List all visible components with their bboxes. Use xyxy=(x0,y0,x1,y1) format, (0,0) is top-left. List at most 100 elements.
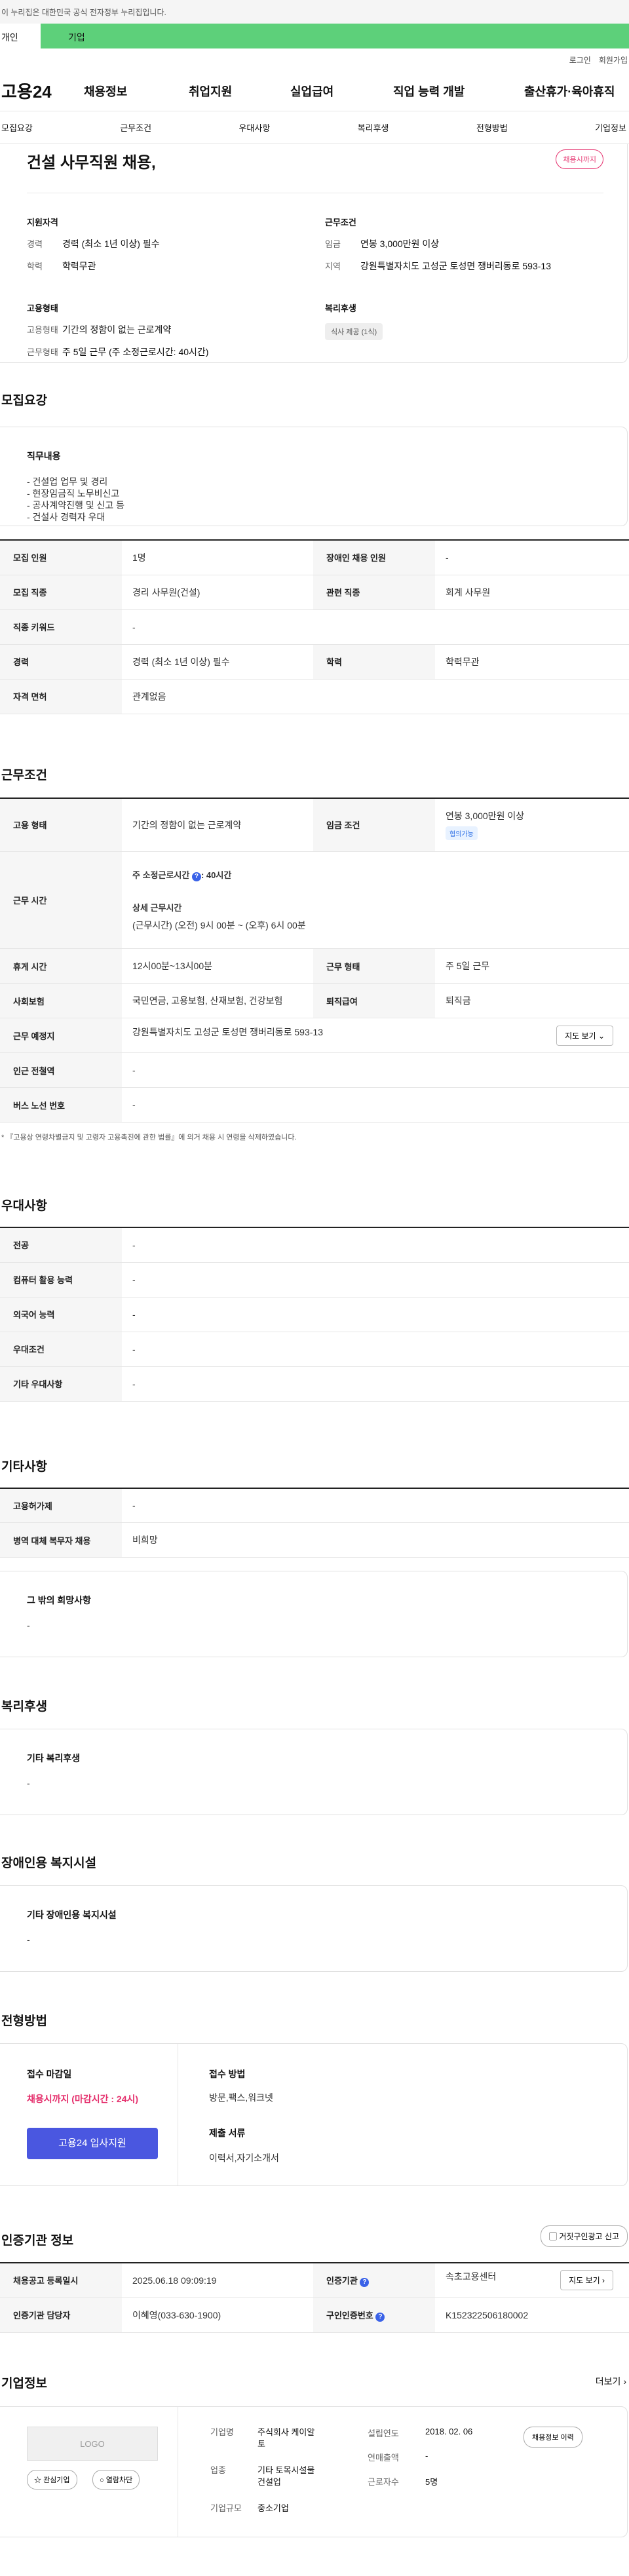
qual-heading: 지원자격 xyxy=(27,218,58,227)
info-icon[interactable]: ? xyxy=(375,2312,385,2322)
subnav-pref[interactable]: 우대사항 xyxy=(238,121,270,134)
cell-label: 우대조건 xyxy=(0,1332,122,1367)
table-row: 인근 전철역 - xyxy=(0,1052,629,1088)
company-key: 설립연도 xyxy=(368,2428,399,2438)
subnav-welfare[interactable]: 복리후생 xyxy=(358,121,389,134)
cond-heading: 근무조건 xyxy=(325,218,356,227)
table-row: 사회보험 국민연금, 고용보험, 산재보험, 건강보험 퇴직급여 퇴직금 xyxy=(0,983,629,1018)
gnb-job-info[interactable]: 채용정보 xyxy=(84,83,189,100)
gnb-employment-support[interactable]: 취업지원 xyxy=(189,83,290,100)
agency-table: 채용공고 등록일시 2025.06.18 09:09:19 인증기관 ? 속초고용센터… xyxy=(0,2262,629,2333)
company-value: 주식회사 케이알 토 xyxy=(257,2427,315,2449)
cell-value: 1명 xyxy=(122,540,313,575)
cell-label: 자격 면허 xyxy=(0,679,122,714)
cell-value: - xyxy=(122,609,629,645)
cell-label: 퇴직급여 xyxy=(313,983,435,1018)
table-row: 외국어 능력 - xyxy=(0,1297,629,1332)
cell-value: 학력무관 xyxy=(435,644,629,680)
company-key: 기업규모 xyxy=(210,2503,242,2513)
emp-key: 근무형태 xyxy=(27,347,58,357)
cell-label: 사회보험 xyxy=(0,983,122,1018)
subnav-work[interactable]: 근무조건 xyxy=(120,121,151,134)
cell-label: 기타 우대사항 xyxy=(0,1366,122,1402)
cell-label: 인근 전철역 xyxy=(0,1052,122,1088)
cell-value: 관계없음 xyxy=(122,679,629,714)
table-row: 고용허가제 - xyxy=(0,1488,629,1523)
tab-personal[interactable]: 개인 xyxy=(0,24,41,48)
chevron-right-icon: › xyxy=(602,2276,605,2286)
company-key: 연매출액 xyxy=(368,2452,399,2463)
docs-value: 이력서,자기소개서 xyxy=(209,2153,279,2163)
info-icon[interactable]: ? xyxy=(191,872,201,881)
disability-box-value: - xyxy=(27,1934,30,1945)
map-view-button[interactable]: 지도 보기 ⌄ xyxy=(556,1025,613,1046)
agency-map-button[interactable]: 지도 보기 › xyxy=(560,2270,613,2291)
welfare-box: 기타 복리후생 - xyxy=(0,1729,628,1815)
etc-box-heading: 그 밖의 희망사항 xyxy=(27,1595,91,1605)
table-row: 휴게 시간 12시00분~13시00분 근무 형태 주 5일 근무 xyxy=(0,948,629,984)
welfare-chip: 식사 제공 (1식) xyxy=(325,323,383,340)
emp-value: 주 5일 근무 (주 소정근로시간: 40시간) xyxy=(62,347,209,357)
job-title: 건설 사무직원 채용, xyxy=(27,154,156,172)
cell-value: 퇴직금 xyxy=(435,983,629,1018)
table-row: 경력 경력 (최소 1년 이상) 필수 학력 학력무관 xyxy=(0,644,629,680)
gnb-maternity-leave[interactable]: 출산휴가·육아휴직 xyxy=(524,83,615,100)
block-view-button[interactable]: ○ 열람차단 xyxy=(92,2469,140,2489)
cell-label: 관련 직종 xyxy=(313,575,435,610)
cond-key: 임금 xyxy=(325,239,341,249)
table-row: 우대조건 - xyxy=(0,1332,629,1367)
cell-value: 속초고용센터 xyxy=(446,2271,497,2282)
cond-value: 연봉 3,000만원 이상 xyxy=(360,239,440,249)
company-key: 근로자수 xyxy=(368,2476,399,2487)
login-link[interactable]: 로그인 xyxy=(569,54,591,66)
subnav-company[interactable]: 기업정보 xyxy=(595,121,626,134)
company-value: 중소기업 xyxy=(257,2503,289,2513)
circle-icon: ○ xyxy=(100,2476,104,2484)
cell-label: 외국어 능력 xyxy=(0,1297,122,1332)
cell-label: 인증기관 xyxy=(326,2275,358,2286)
etc-table: 고용허가제 - 병역 대체 복무자 채용 비희망 xyxy=(0,1487,629,1558)
subnav-recruit[interactable]: 모집요강 xyxy=(1,121,33,134)
gnb-vocational-training[interactable]: 직업 능력 개발 xyxy=(393,83,524,100)
work-title: 근무조건 xyxy=(1,768,47,782)
qual-value: 경력 (최소 1년 이상) 필수 xyxy=(62,239,160,249)
cell-value: 경력 (최소 1년 이상) 필수 xyxy=(122,644,313,680)
welfare-box-heading: 기타 복리후생 xyxy=(27,1753,81,1763)
cond-value: 강원특별자치도 고성군 토성면 쟁버리동로 593-13 xyxy=(360,261,551,271)
cell-value: 2025.06.18 09:09:19 xyxy=(122,2263,313,2298)
document-icon: ▢ xyxy=(548,2232,557,2241)
company-logo: LOGO xyxy=(27,2426,158,2461)
agency-title: 인증기관 정보 xyxy=(1,2234,74,2248)
cell-label: 근무 시간 xyxy=(0,851,122,949)
cell-value: - xyxy=(122,1366,629,1402)
cell-label: 학력 xyxy=(313,644,435,680)
site-logo[interactable]: 고용24 xyxy=(0,79,84,103)
favorite-company-button[interactable]: ☆ 관심기업 xyxy=(27,2469,77,2489)
emp-heading: 고용형태 xyxy=(27,303,58,313)
table-row: 모집 직종 경리 사무원(건설) 관련 직종 회계 사무원 xyxy=(0,575,629,610)
cell-value: 기간의 정함이 없는 근로계약 xyxy=(122,798,313,852)
cell-value: 국민연금, 고용보험, 산재보험, 건강보험 xyxy=(122,983,313,1018)
hours-main-value: : 40시간 xyxy=(200,870,232,880)
cell-label: 채용공고 등록일시 xyxy=(0,2263,122,2298)
company-more-link[interactable]: 더보기 › xyxy=(596,2375,626,2388)
summary-conditions: 근무조건 임금 연봉 3,000만원 이상 지역 강원특별자치도 고성군 토성면 쟁… xyxy=(325,216,603,282)
utility-menu: 로그인 회원가입 xyxy=(0,48,629,71)
info-icon[interactable]: ? xyxy=(360,2277,370,2287)
gnb-unemployment-benefit[interactable]: 실업급여 xyxy=(290,83,393,100)
cell-label: 전공 xyxy=(0,1227,122,1263)
cell-label: 병역 대체 복무자 채용 xyxy=(0,1522,122,1558)
docs-heading: 제출 서류 xyxy=(209,2128,246,2138)
report-ad-button[interactable]: ▢ 거짓구인광고 신고 xyxy=(540,2225,628,2247)
tab-company[interactable]: 기업 xyxy=(41,24,629,48)
deadline-heading: 접수 마감일 xyxy=(27,2069,72,2079)
cell-label: 경력 xyxy=(0,644,122,680)
job-history-button[interactable]: 채용정보 이력 xyxy=(524,2426,582,2448)
table-row: 근무 예정지 강원특별자치도 고성군 토성면 쟁버리동로 593-13 지도 보기 … xyxy=(0,1018,629,1053)
cell-label: 구인인증번호 xyxy=(326,2310,373,2320)
chevron-down-icon: ⌄ xyxy=(598,1031,605,1041)
subnav-process[interactable]: 전형방법 xyxy=(476,121,508,134)
age-notice: * 『고용상 연령차별금지 및 고령자 고용촉진에 관한 법률』에 의거 채용 … xyxy=(1,1134,297,1142)
signup-link[interactable]: 회원가입 xyxy=(599,54,628,66)
apply-button[interactable]: 고용24 입사지원 xyxy=(27,2128,158,2159)
